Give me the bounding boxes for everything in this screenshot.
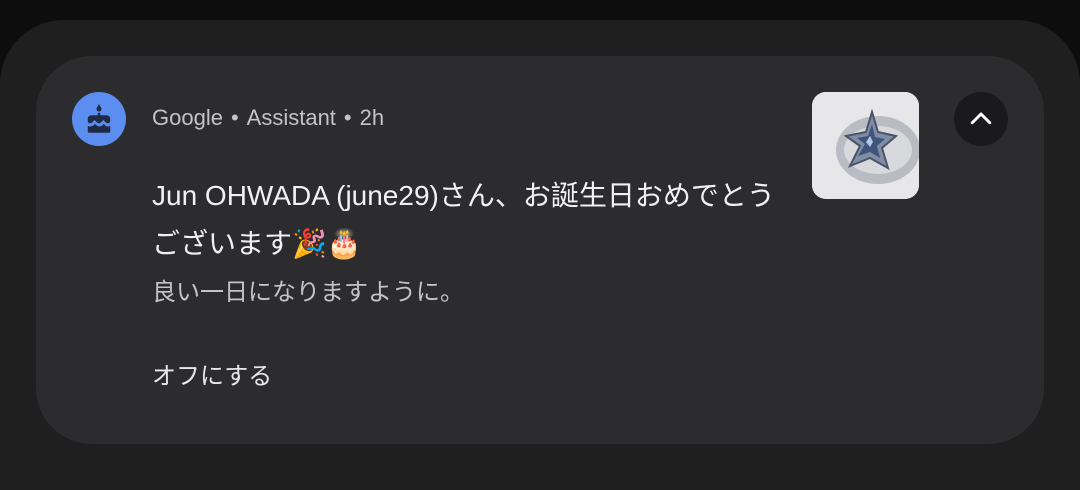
notification-thumbnail bbox=[812, 92, 919, 199]
star-ring-image bbox=[812, 92, 919, 199]
collapse-button[interactable] bbox=[954, 92, 1008, 146]
notification-title: Jun OHWADA (june29)さん、お誕生日おめでとうございます🎉🎂 bbox=[152, 180, 775, 259]
separator-dot: • bbox=[230, 105, 239, 130]
timestamp: 2h bbox=[359, 105, 385, 130]
notification-body: 良い一日になりますように。 bbox=[152, 279, 464, 306]
birthday-cake-icon bbox=[87, 104, 111, 133]
chevron-up-icon bbox=[970, 112, 992, 125]
sub-app-name: Assistant bbox=[246, 105, 336, 130]
notification-card[interactable]: Google • Assistant • 2h Jun OHWADA (june29)さ… bbox=[36, 56, 1044, 444]
separator-dot: • bbox=[343, 105, 352, 130]
app-name: Google bbox=[152, 105, 223, 130]
notification-header: Google • Assistant • 2h bbox=[152, 104, 384, 132]
turn-off-button[interactable]: オフにする bbox=[152, 360, 272, 394]
app-icon bbox=[72, 92, 126, 146]
